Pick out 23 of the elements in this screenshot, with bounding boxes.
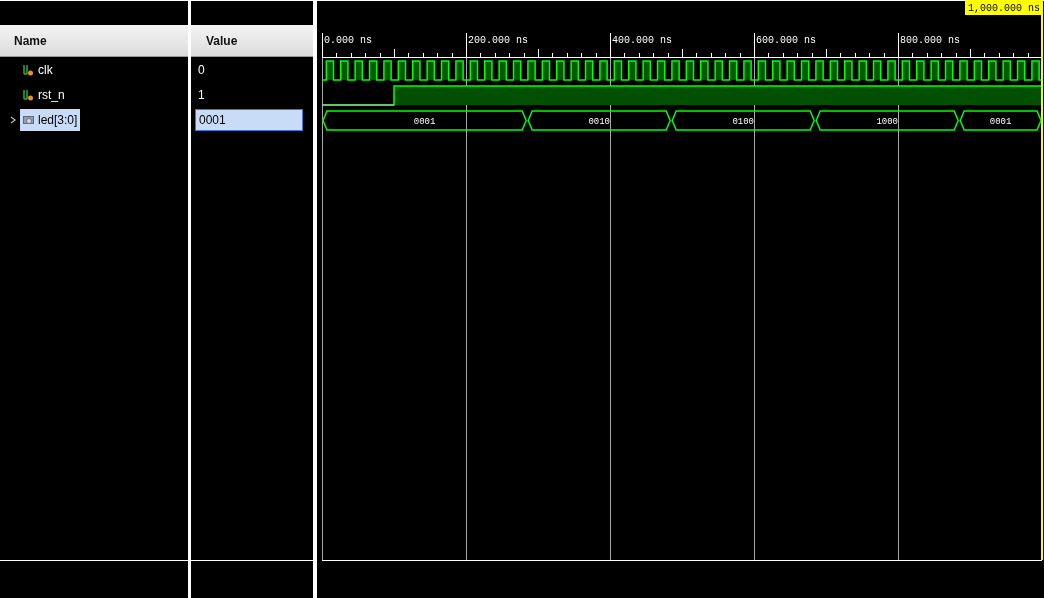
bus-value: 0001 xyxy=(989,116,1012,127)
bus-value: 1000 xyxy=(876,116,898,127)
time-label: 600.000 ns xyxy=(756,35,816,46)
bus-value: 0001 xyxy=(413,116,436,127)
signal-value[interactable]: 1 xyxy=(195,83,303,106)
cursor-time: 1,000.000 ns xyxy=(965,0,1043,15)
time-label: 400.000 ns xyxy=(612,35,672,46)
column-header[interactable]: Name xyxy=(0,25,188,57)
signal-name[interactable]: clk xyxy=(20,58,56,81)
column-header[interactable]: Value xyxy=(191,25,313,57)
signal-value[interactable]: 0001 xyxy=(195,108,303,131)
signal-name[interactable]: led[3:0] xyxy=(20,108,81,131)
signal-value[interactable]: 0 xyxy=(195,58,303,81)
time-label: 0.000 ns xyxy=(324,35,372,46)
bus-icon xyxy=(23,113,34,126)
bus-value: 0010 xyxy=(588,116,610,127)
bus-value: 0100 xyxy=(732,116,754,127)
signal-icon xyxy=(23,63,34,76)
time-label: 200.000 ns xyxy=(468,35,528,46)
signal-name[interactable]: rst_n xyxy=(20,83,68,106)
time-label: 800.000 ns xyxy=(900,35,960,46)
chevron-icon[interactable] xyxy=(8,114,18,125)
signal-icon xyxy=(23,88,34,101)
